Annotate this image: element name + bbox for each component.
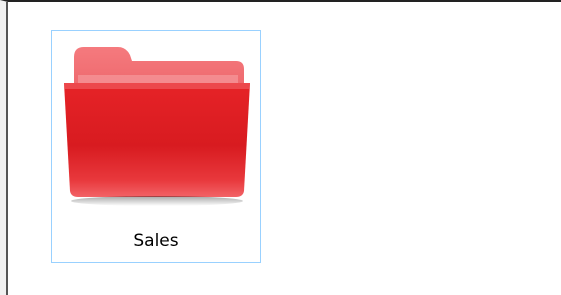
folder-item-sales[interactable]: Sales xyxy=(51,30,261,263)
file-view-pane: Sales xyxy=(0,0,561,295)
red-folder-icon xyxy=(64,47,250,206)
folder-label: Sales xyxy=(133,231,179,251)
